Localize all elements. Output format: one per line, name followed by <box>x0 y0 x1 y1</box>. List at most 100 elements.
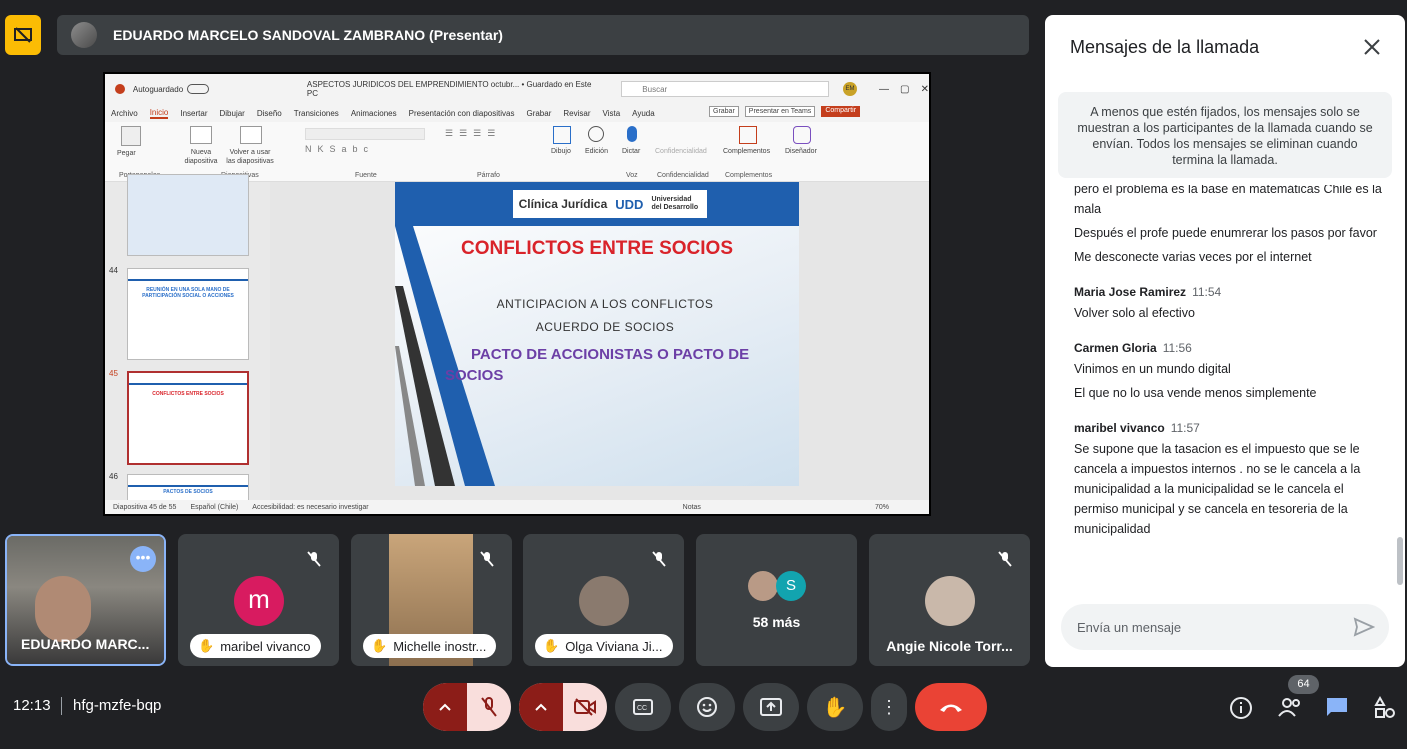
raise-hand-button[interactable]: ✋ <box>807 683 863 731</box>
microphone-icon[interactable] <box>627 126 637 142</box>
font-name-field[interactable] <box>305 128 425 140</box>
tile-angie[interactable]: Angie Nicole Torr... <box>869 534 1030 666</box>
chat-message: Después el profe puede enumrerar los pas… <box>1074 226 1377 240</box>
chevron-up-icon[interactable] <box>423 683 467 731</box>
slide-line-2: ACUERDO DE SOCIOS <box>535 320 675 334</box>
chat-scrollbar[interactable] <box>1397 537 1403 585</box>
chat-messages: pero el problema es la base en matemátic… <box>1074 185 1384 595</box>
ppt-menu-item[interactable]: Ayuda <box>632 109 655 118</box>
group-paragraph: Párrafo <box>477 172 500 179</box>
autosave-toggle[interactable] <box>187 84 209 94</box>
search-edit-icon[interactable] <box>588 126 604 142</box>
clock: 12:13 <box>13 697 51 714</box>
status-zoom[interactable]: 70% <box>875 504 889 511</box>
logo-mark: UDD <box>615 196 644 212</box>
message-time: 11:56 <box>1162 341 1192 355</box>
share-button[interactable]: Compartir <box>821 106 861 117</box>
thumb-slide-43[interactable] <box>127 174 249 256</box>
hand-icon: ✋ <box>822 696 848 719</box>
camera-off-icon[interactable] <box>563 683 607 731</box>
designer-icon[interactable] <box>793 126 811 144</box>
tile-name: Michelle inostr... <box>393 638 487 654</box>
thumb-header <box>128 475 248 487</box>
ppt-menu-item[interactable]: Revisar <box>563 109 590 118</box>
status-notes[interactable]: Notas <box>683 504 701 511</box>
ppt-status-bar: Diapositiva 45 de 55 Español (Chile) Acc… <box>105 500 929 514</box>
window-controls[interactable]: — ▢ ✕ <box>879 84 929 95</box>
leave-call-button[interactable] <box>915 683 987 731</box>
ppt-menu-item[interactable]: Inicio <box>149 108 169 119</box>
thumb-slide-44[interactable]: REUNIÓN EN UNA SOLA MANO DE PARTICIPACIÓ… <box>127 268 249 360</box>
tile-michelle[interactable]: ✋ Michelle inostr... <box>351 534 512 666</box>
presenter-face <box>35 576 91 642</box>
addins-icon[interactable] <box>739 126 757 144</box>
teams-button[interactable]: Presentar en Teams <box>744 106 816 117</box>
presenter-banner: EDUARDO MARCELO SANDOVAL ZAMBRANO (Prese… <box>57 15 1029 55</box>
ppt-menu-item[interactable]: Vista <box>603 109 621 118</box>
status-accessibility[interactable]: Accesibilidad: es necesario investigar <box>252 504 368 511</box>
presenting-icon[interactable] <box>5 15 41 55</box>
reuse-slides-icon[interactable] <box>240 126 262 144</box>
more-vert-icon: ⋮ <box>880 697 898 717</box>
present-screen-icon <box>760 698 782 716</box>
mic-off-icon <box>648 548 670 570</box>
chat-input[interactable]: Envía un mensaje <box>1061 604 1389 650</box>
font-format-buttons[interactable]: NKSabc <box>305 144 374 154</box>
meeting-code[interactable]: hfg-mzfe-bqp <box>73 697 161 714</box>
addins-label: Complementos <box>723 148 771 155</box>
paste-icon[interactable] <box>121 126 141 146</box>
mic-off-icon <box>303 548 325 570</box>
grabar-button[interactable]: Grabar <box>709 106 739 117</box>
more-options-icon[interactable]: ••• <box>130 546 156 572</box>
chat-message: El que no lo usa vende menos simplemente <box>1074 386 1317 400</box>
present-button[interactable] <box>743 683 799 731</box>
tile-olga[interactable]: ✋ Olga Viviana Ji... <box>523 534 684 666</box>
ppt-menu-item[interactable]: Dibujar <box>220 109 245 118</box>
status-slide-count: Diapositiva 45 de 55 <box>113 503 177 511</box>
people-icon[interactable] <box>1277 696 1303 723</box>
drawing-icon[interactable] <box>553 126 571 144</box>
ppt-menu-item[interactable]: Presentación con diapositivas <box>409 109 515 118</box>
more-options-button[interactable]: ⋮ <box>871 683 907 731</box>
group-addins: Complementos <box>725 172 773 179</box>
activities-icon[interactable] <box>1373 695 1397 725</box>
ppt-menu-item[interactable]: Diseño <box>257 109 282 118</box>
tile-name-pill: ✋ maribel vivanco <box>190 634 321 658</box>
end-call-icon <box>940 704 962 712</box>
ppt-menu-item[interactable]: Transiciones <box>294 109 339 118</box>
designer-label: Diseñador <box>785 148 817 155</box>
tile-name: maribel vivanco <box>220 638 311 654</box>
captions-button[interactable]: CC <box>615 683 671 731</box>
tile-maribel[interactable]: m ✋ maribel vivanco <box>178 534 339 666</box>
emoji-button[interactable] <box>679 683 735 731</box>
logo-right-text: Universidad del Desarrollo <box>651 196 699 211</box>
user-avatar[interactable]: EM <box>843 82 857 96</box>
new-slide-icon[interactable] <box>190 126 212 144</box>
tile-presenter[interactable]: ••• EDUARDO MARC... <box>5 534 166 666</box>
presenter-name: EDUARDO MARCELO SANDOVAL ZAMBRANO (Prese… <box>113 27 503 43</box>
slide-line-3: PACTO DE ACCIONISTAS O PACTO DE SOCIOS <box>445 346 750 384</box>
ppt-menu-item[interactable]: Archivo <box>111 109 138 118</box>
close-icon[interactable] <box>1360 35 1384 59</box>
divider <box>61 697 62 715</box>
ppt-menu-item[interactable]: Animaciones <box>351 109 397 118</box>
send-icon[interactable] <box>1353 617 1376 640</box>
thumb-slide-45[interactable]: CONFLICTOS ENTRE SOCIOS <box>127 371 249 465</box>
ppt-menu-item[interactable]: Grabar <box>526 109 551 118</box>
tile-more-participants[interactable]: S 58 más <box>696 534 857 666</box>
group-confidentiality: Confidencialidad <box>657 172 709 179</box>
mic-off-icon <box>476 548 498 570</box>
info-icon[interactable] <box>1229 696 1253 725</box>
ppt-search[interactable]: Buscar <box>621 81 830 97</box>
thumb-title: PACTOS DE SOCIOS <box>163 489 213 495</box>
chevron-up-icon[interactable] <box>519 683 563 731</box>
mic-off-icon[interactable] <box>467 683 511 731</box>
svg-text:CC: CC <box>637 705 647 712</box>
participants-count-badge: 64 <box>1288 675 1319 694</box>
editing-label: Edición <box>585 148 608 155</box>
ppt-menu-item[interactable]: Insertar <box>180 109 207 118</box>
avatar-badge: S <box>776 571 806 601</box>
chat-icon[interactable] <box>1325 696 1349 723</box>
dictate-label: Dictar <box>622 148 641 155</box>
paragraph-buttons[interactable]: ☰☰☰☰ <box>445 128 501 139</box>
